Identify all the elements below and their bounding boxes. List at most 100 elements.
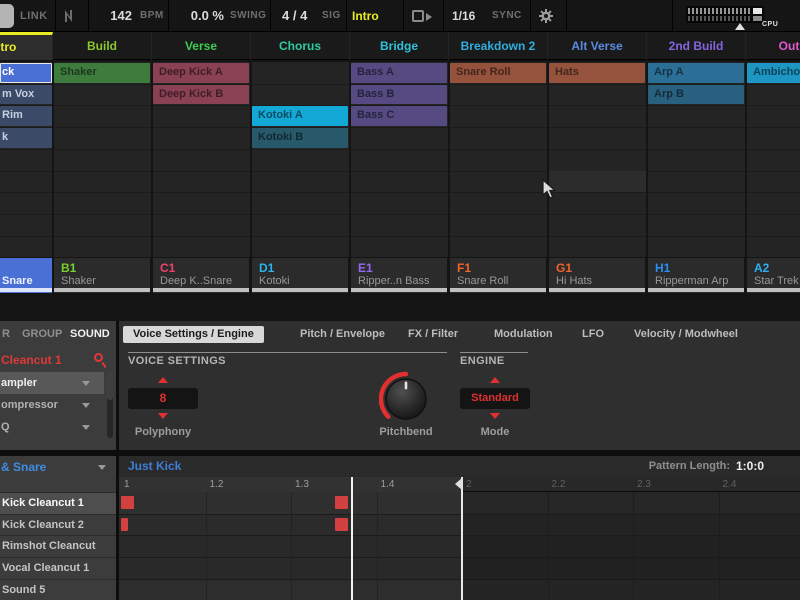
plugin-item-q[interactable]: Q	[0, 416, 104, 438]
tab-lfo[interactable]: LFO	[582, 326, 604, 343]
group-cell-selected[interactable]: Snare	[0, 258, 52, 293]
toolbar-divider	[346, 0, 347, 32]
step-note[interactable]	[335, 518, 348, 531]
pattern-cell-bass-a[interactable]: Bass A	[351, 63, 447, 83]
settings-gear-icon[interactable]	[538, 8, 554, 24]
playhead[interactable]	[351, 477, 353, 600]
polyphony-increment-button[interactable]	[158, 377, 168, 383]
tab-velocity-modwheel[interactable]: Velocity / Modwheel	[634, 326, 738, 343]
scene-tab-label: 2nd Build	[647, 32, 745, 60]
chevron-down-icon[interactable]	[82, 425, 90, 430]
group-cell-a2[interactable]: A2Star Trek	[747, 258, 800, 293]
step-note[interactable]	[335, 496, 348, 509]
scene-tab-alt-verse[interactable]: Alt Verse	[548, 32, 647, 60]
polyphony-value[interactable]: 8	[128, 388, 198, 409]
sig-value[interactable]: 4 / 4	[282, 0, 307, 32]
group-level-strip	[747, 288, 800, 292]
pattern-length-value[interactable]: 1:0:0	[736, 455, 796, 477]
tab-pitch-envelope[interactable]: Pitch / Envelope	[300, 326, 385, 343]
group-cell-e1[interactable]: E1Ripper..n Bass	[351, 258, 447, 293]
step-note[interactable]	[121, 496, 134, 509]
pattern-cell-kotoki-a[interactable]: Kotoki A	[252, 106, 348, 126]
plugin-scrollbar[interactable]	[107, 372, 113, 438]
pattern-cell-deep-kick-a[interactable]: Deep Kick A	[153, 63, 249, 83]
pitchbend-knob[interactable]	[379, 369, 433, 427]
step-row-line	[119, 535, 800, 536]
link-button[interactable]: LINK	[20, 0, 48, 32]
tab-modulation[interactable]: Modulation	[494, 326, 553, 343]
scene-tab-breakdown-2[interactable]: Breakdown 2	[449, 32, 548, 60]
pattern-end-line[interactable]	[461, 477, 463, 600]
scene-tab-intro[interactable]: Intro	[0, 32, 53, 60]
pattern-cell-arp-a[interactable]: Arp A	[648, 63, 744, 83]
pattern-cell-shaker[interactable]: Shaker	[54, 63, 150, 83]
scene-tab-2nd-build[interactable]: 2nd Build	[647, 32, 746, 60]
group-cell-d1[interactable]: D1Kotoki	[252, 258, 348, 293]
pitchbend-label: Pitchbend	[361, 426, 451, 438]
pattern-cell-arp-b[interactable]: Arp B	[648, 85, 744, 105]
ruler-tick: 2.4	[723, 477, 737, 492]
ni-logo-icon	[62, 9, 80, 23]
maschine-logo-button[interactable]	[0, 4, 14, 28]
pattern-cell-ambichor[interactable]: Ambichor	[747, 63, 800, 83]
group-name-label: Kotoki	[259, 275, 346, 287]
pattern-cell-deep-kick-b[interactable]: Deep Kick B	[153, 85, 249, 105]
quantize-value[interactable]: 1/16	[452, 0, 475, 32]
panel-divider[interactable]	[116, 321, 119, 600]
group-cell-f1[interactable]: F1Snare Roll	[450, 258, 546, 293]
pattern-cell-bass-b[interactable]: Bass B	[351, 85, 447, 105]
group-cell-h1[interactable]: H1Ripperman Arp	[648, 258, 744, 293]
sound-name-header[interactable]: Cleancut 1	[1, 349, 62, 371]
pattern-cell-kotoki-b[interactable]: Kotoki B	[252, 128, 348, 148]
search-icon[interactable]	[94, 353, 103, 362]
swing-value[interactable]: 0.0 %	[178, 0, 224, 32]
horizontal-divider[interactable]	[0, 450, 800, 456]
bpm-value[interactable]: 142	[98, 0, 132, 32]
scene-tab-build[interactable]: Build	[53, 32, 152, 60]
scene-tab-verse[interactable]: Verse	[152, 32, 251, 60]
timeline-ruler-active[interactable]	[119, 477, 462, 492]
group-cell-g1[interactable]: G1Hi Hats	[549, 258, 645, 293]
tab-voice-settings-engine[interactable]: Voice Settings / Engine	[123, 326, 264, 343]
plugin-scrollbar-thumb[interactable]	[107, 372, 113, 400]
pattern-cell-label: ck	[0, 63, 52, 82]
chevron-down-icon[interactable]	[82, 381, 90, 386]
follow-playhead-icon[interactable]	[412, 10, 424, 22]
pattern-cell-rim[interactable]: Rim	[0, 106, 52, 126]
group-name-label: Snare	[2, 275, 50, 287]
step-note[interactable]	[121, 518, 128, 531]
group-id-label: H1	[655, 261, 670, 275]
meter-marker-triangle[interactable]	[735, 23, 745, 30]
tab-sound[interactable]: SOUND	[70, 321, 110, 348]
polyphony-decrement-button[interactable]	[158, 413, 168, 419]
tab-group[interactable]: GROUP	[22, 321, 62, 348]
pattern-cell-m-vox[interactable]: m Vox	[0, 85, 52, 105]
group-level-strip	[549, 288, 645, 292]
group-cell-b1[interactable]: B1Shaker	[54, 258, 150, 293]
chevron-down-icon[interactable]	[82, 403, 90, 408]
tab-master[interactable]: R	[2, 321, 10, 348]
pattern-end-marker[interactable]	[452, 477, 464, 492]
group-cell-c1[interactable]: C1Deep K..Snare	[153, 258, 249, 293]
plugin-item-ompressor[interactable]: ompressor	[0, 394, 104, 416]
pattern-cell-bass-c[interactable]: Bass C	[351, 106, 447, 126]
scene-tab-chorus[interactable]: Chorus	[251, 32, 350, 60]
pattern-cell-hats[interactable]: Hats	[549, 63, 645, 83]
mode-decrement-button[interactable]	[490, 413, 500, 419]
hovered-empty-cell[interactable]	[549, 171, 646, 193]
scene-tab-bridge[interactable]: Bridge	[350, 32, 449, 60]
mode-increment-button[interactable]	[490, 377, 500, 383]
mode-value[interactable]: Standard	[460, 388, 530, 409]
swing-label: SWING	[230, 0, 266, 32]
tab-fx-filter[interactable]: FX / Filter	[408, 326, 458, 343]
pattern-cell-k[interactable]: k	[0, 128, 52, 148]
voice-settings-section-line	[128, 352, 447, 353]
pattern-cell-ck[interactable]: ck	[0, 63, 52, 83]
scene-tab-outro[interactable]: Outro	[746, 32, 800, 60]
group-level-strip	[450, 288, 546, 292]
pattern-name[interactable]: Just Kick	[128, 455, 181, 477]
section-display[interactable]: Intro	[352, 0, 379, 32]
pattern-cell-snare-roll[interactable]: Snare Roll	[450, 63, 546, 83]
plugin-item-ampler[interactable]: ampler	[0, 372, 104, 394]
sync-label[interactable]: SYNC	[492, 0, 522, 32]
